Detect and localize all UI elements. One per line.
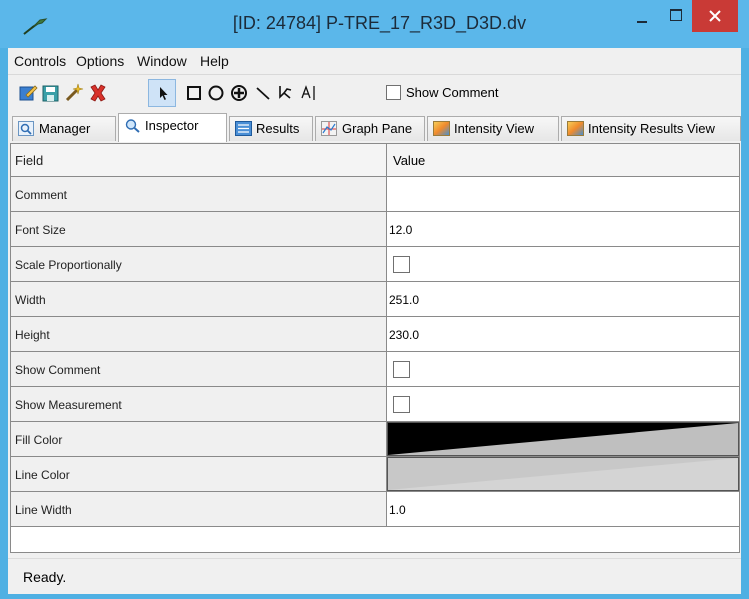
line-icon[interactable] <box>253 83 273 103</box>
menu-help[interactable]: Help <box>200 53 229 69</box>
tab-graph-pane[interactable]: Graph Pane <box>315 116 425 141</box>
tab-manager[interactable]: Manager <box>12 116 116 141</box>
show-comment-cell <box>387 352 739 386</box>
status-text: Ready. <box>23 569 67 585</box>
tab-inspector[interactable]: Inspector <box>118 113 227 142</box>
field-label: Width <box>11 282 387 316</box>
field-label: Show Comment <box>11 352 387 386</box>
close-icon[interactable] <box>692 0 738 32</box>
table-row: Width 251.0 <box>11 282 739 317</box>
table-row: Fill Color <box>11 422 739 457</box>
line-color-swatch[interactable] <box>387 457 739 491</box>
intensity-icon <box>567 121 584 136</box>
menu-bar: Controls Options Window Help <box>8 48 741 75</box>
height-value-field[interactable]: 230.0 <box>387 317 739 351</box>
status-bar: Ready. <box>8 558 741 594</box>
delete-icon[interactable] <box>88 83 108 103</box>
crosshair-icon[interactable] <box>229 83 249 103</box>
property-table: Field Value Comment Font Size 12.0 Scale… <box>10 143 740 553</box>
table-row: Line Color <box>11 457 739 492</box>
table-row: Show Comment <box>11 352 739 387</box>
comment-value-field[interactable] <box>387 177 739 211</box>
tab-intensity-view[interactable]: Intensity View <box>427 116 559 141</box>
line-color-cell <box>387 457 739 491</box>
graph-icon <box>321 121 337 136</box>
tab-strip: Manager Inspector Results Graph Pane Int… <box>8 113 741 143</box>
minimize-icon[interactable] <box>625 0 661 32</box>
field-label: Line Width <box>11 492 387 526</box>
font-size-value-field[interactable]: 12.0 <box>387 212 739 246</box>
magnifier-icon <box>125 119 140 133</box>
column-header-value[interactable]: Value <box>387 144 739 176</box>
table-row: Scale Proportionally <box>11 247 739 282</box>
width-value-field[interactable]: 251.0 <box>387 282 739 316</box>
save-icon[interactable] <box>41 83 61 103</box>
circle-icon[interactable] <box>206 83 226 103</box>
scale-proportionally-cell <box>387 247 739 281</box>
show-measurement-checkbox[interactable] <box>393 396 410 413</box>
scale-proportionally-checkbox[interactable] <box>393 256 410 273</box>
fill-color-swatch[interactable] <box>387 422 739 456</box>
table-row: Comment <box>11 177 739 212</box>
rectangle-icon[interactable] <box>184 83 204 103</box>
magnifier-icon <box>18 121 34 136</box>
pointer-tool-button[interactable] <box>148 79 176 107</box>
intensity-icon <box>433 121 450 136</box>
table-row: Line Width 1.0 <box>11 492 739 527</box>
show-comment-property-checkbox[interactable] <box>393 361 410 378</box>
magic-wand-icon[interactable] <box>64 83 84 103</box>
polyline-icon[interactable] <box>275 83 295 103</box>
table-header: Field Value <box>11 144 739 177</box>
column-header-field[interactable]: Field <box>11 144 387 176</box>
edit-icon[interactable] <box>18 83 38 103</box>
field-label: Show Measurement <box>11 387 387 421</box>
title-bar[interactable]: [ID: 24784] P-TRE_17_R3D_D3D.dv <box>0 0 749 48</box>
show-comment-label: Show Comment <box>406 85 499 101</box>
show-comment-toggle[interactable]: Show Comment <box>386 84 498 102</box>
list-icon <box>235 121 252 136</box>
client-area: Controls Options Window Help Show Commen… <box>8 48 741 594</box>
menu-options[interactable]: Options <box>76 53 124 69</box>
line-width-value-field[interactable]: 1.0 <box>387 492 739 526</box>
menu-window[interactable]: Window <box>137 53 187 69</box>
field-label: Font Size <box>11 212 387 246</box>
field-label: Comment <box>11 177 387 211</box>
field-label: Scale Proportionally <box>11 247 387 281</box>
field-label: Fill Color <box>11 422 387 456</box>
show-comment-checkbox[interactable] <box>386 85 401 101</box>
app-window: [ID: 24784] P-TRE_17_R3D_D3D.dv Controls… <box>0 0 749 599</box>
pointer-icon <box>160 87 168 100</box>
tab-intensity-results-view[interactable]: Intensity Results View <box>561 116 741 141</box>
field-label: Line Color <box>11 457 387 491</box>
menu-controls[interactable]: Controls <box>14 53 66 69</box>
show-measurement-cell <box>387 387 739 421</box>
table-row: Show Measurement <box>11 387 739 422</box>
table-row: Height 230.0 <box>11 317 739 352</box>
fill-color-cell <box>387 422 739 456</box>
tab-results[interactable]: Results <box>229 116 313 141</box>
table-row: Font Size 12.0 <box>11 212 739 247</box>
toolbar: Show Comment <box>8 75 741 111</box>
field-label: Height <box>11 317 387 351</box>
maximize-icon[interactable] <box>661 0 691 32</box>
text-icon[interactable] <box>299 83 319 103</box>
